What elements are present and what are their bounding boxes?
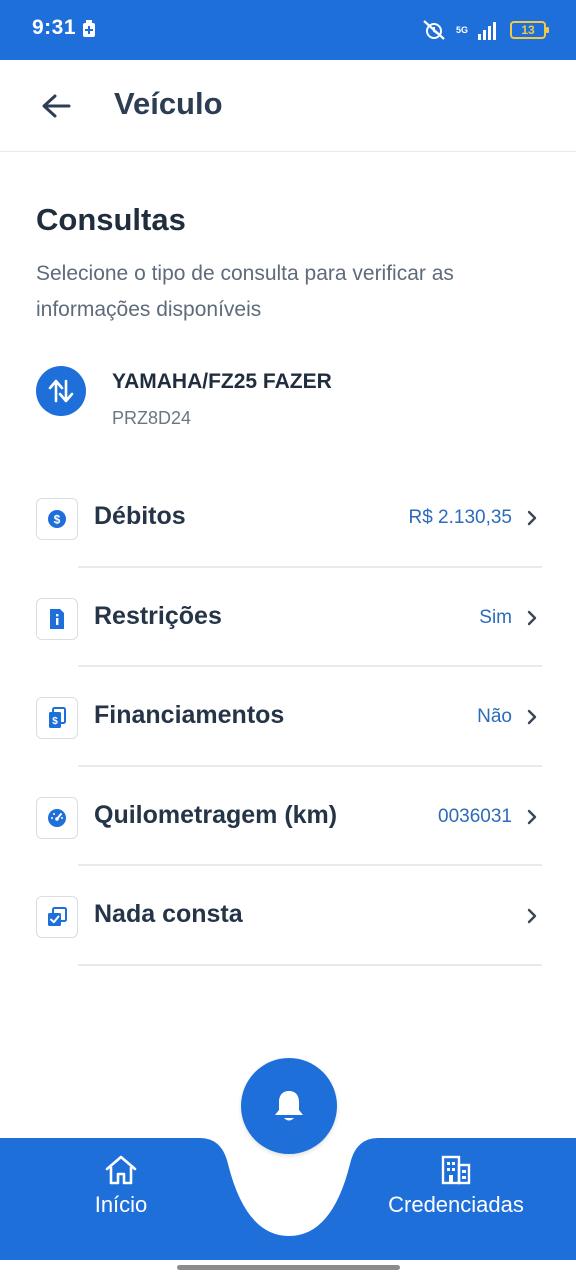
chevron-right-icon <box>527 809 537 824</box>
back-button[interactable] <box>36 86 76 126</box>
item-value: 0036031 <box>438 805 512 827</box>
chevron-right-icon <box>527 709 537 725</box>
dollar-coin-icon: $ <box>36 498 78 540</box>
section-description: Selecione o tipo de consulta para verifi… <box>36 262 454 321</box>
item-value: R$ 2.130,35 <box>408 507 512 528</box>
item-value: Não <box>477 706 512 727</box>
item-value: Sim <box>479 606 512 628</box>
consultation-item-debitos[interactable]: $ Débitos R$ 2.130,35 <box>36 468 542 568</box>
home-indicator <box>177 1265 400 1270</box>
item-label: Restrições <box>94 601 222 630</box>
svg-text:$: $ <box>52 716 58 727</box>
swap-vertical-icon <box>48 379 74 403</box>
item-label: Débitos <box>94 502 186 530</box>
consultation-item-nada-consta[interactable]: Nada consta <box>36 866 542 966</box>
vehicle-card: YAMAHA/FZ25 FAZER PRZ8D24 <box>36 364 536 434</box>
app-bar: Veículo <box>0 60 576 152</box>
vehicle-plate: PRZ8D24 <box>112 408 192 428</box>
consultation-item-financiamentos[interactable]: $ Financiamentos Não <box>36 667 542 767</box>
consultation-item-restricoes[interactable]: Restrições Sim <box>36 568 542 667</box>
financing-document-icon: $ <box>36 697 78 739</box>
vehicle-avatar <box>36 366 86 416</box>
info-document-icon <box>36 597 78 640</box>
status-bar: 9:31 5G 13 <box>0 0 576 60</box>
item-label: Financiamentos <box>94 701 285 729</box>
status-time: 9:31 <box>32 16 77 39</box>
page-title: Veículo <box>114 86 223 121</box>
nav-home[interactable]: Início <box>86 1154 156 1218</box>
consultation-list: $ Débitos R$ 2.130,35 Restrições Sim $ F… <box>36 468 542 966</box>
bell-icon <box>275 1091 303 1121</box>
vehicle-name: YAMAHA/FZ25 FAZER <box>112 370 332 393</box>
building-icon <box>441 1155 471 1185</box>
notifications-button[interactable] <box>241 1058 337 1154</box>
nav-home-label: Início <box>94 1192 148 1217</box>
battery-level: 13 <box>521 23 535 37</box>
item-label: Quilometragem (km) <box>94 800 338 829</box>
battery-icon: 13 <box>510 21 549 39</box>
status-indicators: 5G 13 <box>422 18 549 42</box>
nav-credentialed-label: Credenciadas <box>388 1192 524 1217</box>
item-label: Nada consta <box>94 900 243 928</box>
chevron-right-icon <box>527 510 537 526</box>
nav-credentialed[interactable]: Credenciadas <box>380 1154 532 1218</box>
svg-text:$: $ <box>54 513 61 527</box>
section-title: Consultas <box>36 202 186 237</box>
speedometer-icon <box>36 796 78 839</box>
chevron-right-icon <box>527 610 537 625</box>
battery-saver-icon <box>83 20 95 37</box>
home-icon <box>105 1155 137 1185</box>
checked-documents-icon <box>36 896 78 938</box>
arrow-left-icon <box>42 94 71 118</box>
divider <box>78 963 542 966</box>
network-type: 5G <box>455 24 468 35</box>
consultation-item-quilometragem[interactable]: Quilometragem (km) 0036031 <box>36 767 542 866</box>
signal-icon <box>478 22 496 40</box>
alarm-off-icon <box>423 20 445 40</box>
chevron-right-icon <box>527 908 537 924</box>
